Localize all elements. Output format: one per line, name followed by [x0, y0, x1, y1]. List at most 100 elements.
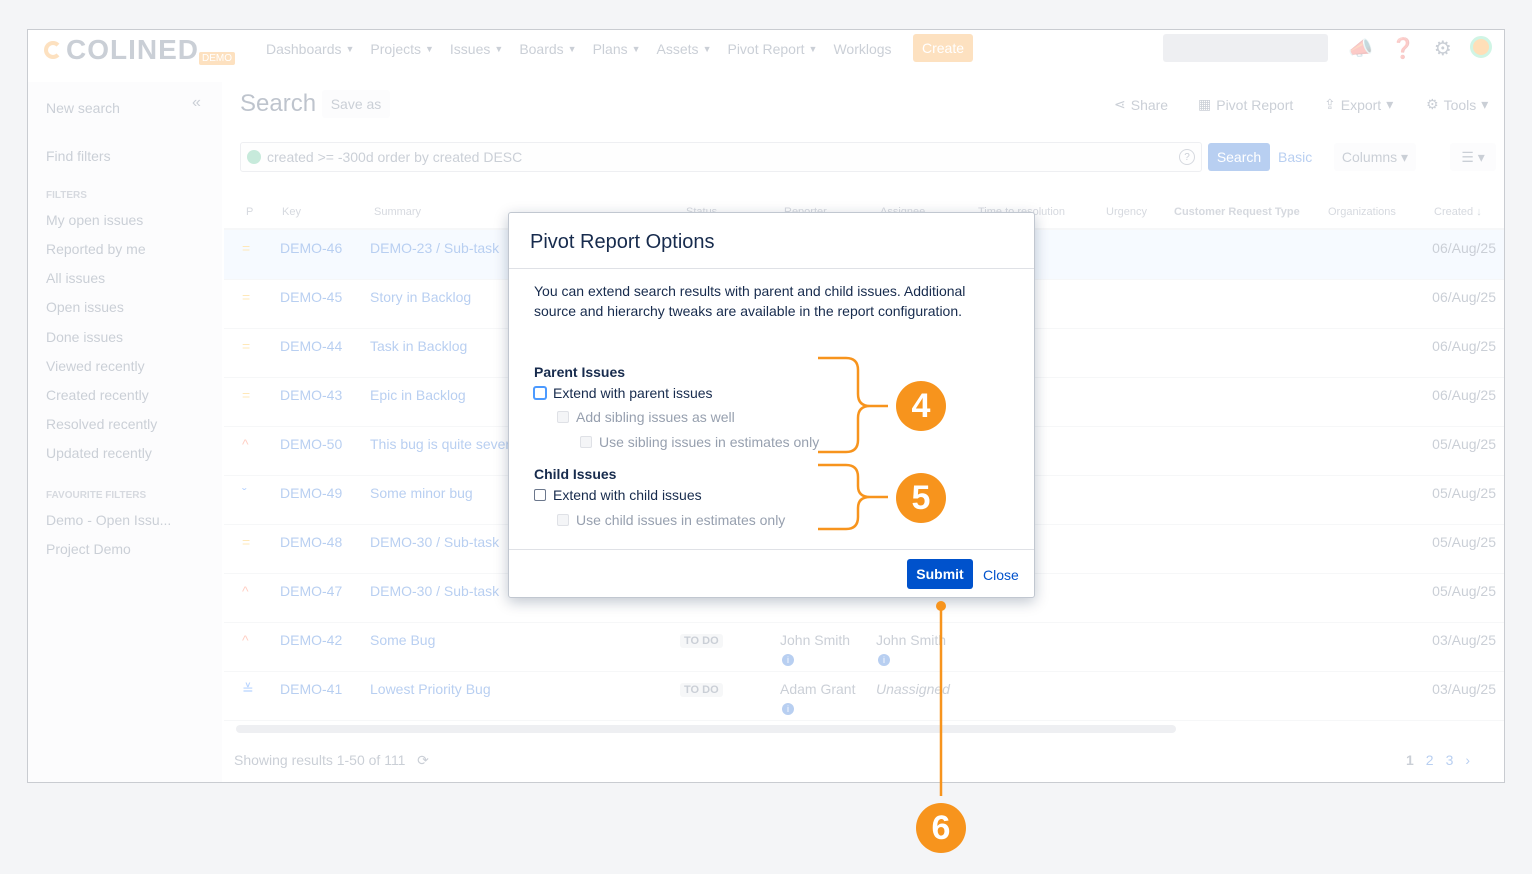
issue-key[interactable]: DEMO-45 [280, 289, 342, 305]
page-1[interactable]: 1 [1406, 752, 1414, 768]
checkbox-box[interactable] [534, 387, 546, 399]
next-page-icon[interactable]: › [1465, 752, 1470, 768]
chevron-down-icon: ▾ [1386, 96, 1394, 112]
sidebar-filter-item[interactable]: Viewed recently [46, 358, 145, 374]
sidebar-filter-item[interactable]: Reported by me [46, 241, 146, 257]
nav-plans[interactable]: Plans ▼ [593, 41, 641, 57]
table-row[interactable]: ^ DEMO-42 Some Bug TO DO John Smith John… [224, 622, 1504, 672]
sort-down-icon: ↓ [1476, 206, 1482, 218]
search-button[interactable]: Search [1208, 143, 1270, 171]
issue-key[interactable]: DEMO-50 [280, 436, 342, 452]
create-button[interactable]: Create [913, 34, 973, 62]
nav-boards[interactable]: Boards ▼ [519, 41, 576, 57]
issue-key[interactable]: DEMO-44 [280, 338, 342, 354]
use-child-estimates-checkbox[interactable]: Use child issues in estimates only [557, 512, 785, 528]
avatar[interactable] [1469, 36, 1492, 58]
issue-key[interactable]: DEMO-41 [280, 681, 342, 697]
info-icon[interactable]: i [878, 654, 890, 666]
nav-worklogs[interactable]: Worklogs [833, 41, 891, 57]
issue-summary[interactable]: Lowest Priority Bug [370, 681, 491, 697]
gear-icon: ⚙ [1426, 96, 1439, 112]
col-organizations[interactable]: Organizations [1328, 206, 1396, 218]
gear-icon[interactable]: ⚙ [1434, 36, 1452, 61]
checkbox-box[interactable] [557, 411, 569, 423]
basic-mode-link[interactable]: Basic [1278, 149, 1312, 165]
issue-key[interactable]: DEMO-43 [280, 387, 342, 403]
checkbox-box[interactable] [534, 489, 546, 501]
sidebar-filter-item[interactable]: All issues [46, 270, 105, 286]
issue-summary[interactable]: DEMO-23 / Sub-task [370, 240, 499, 256]
sidebar-filter-item[interactable]: Done issues [46, 329, 123, 345]
issue-key[interactable]: DEMO-48 [280, 534, 342, 550]
nav-projects[interactable]: Projects ▼ [370, 41, 434, 57]
sidebar-filter-item[interactable]: Created recently [46, 387, 149, 403]
issue-key[interactable]: DEMO-42 [280, 632, 342, 648]
issue-reporter[interactable]: John Smith [780, 632, 850, 648]
issue-key[interactable]: DEMO-49 [280, 485, 342, 501]
nav-assets[interactable]: Assets ▼ [657, 41, 712, 57]
new-search-link[interactable]: New search [46, 94, 196, 122]
pivot-report-button[interactable]: ▦ Pivot Report [1198, 96, 1293, 113]
sidebar-favourite-item[interactable]: Demo - Open Issu... [46, 512, 171, 528]
checkbox-box[interactable] [557, 514, 569, 526]
add-sibling-checkbox[interactable]: Add sibling issues as well [557, 409, 735, 425]
checkbox-box[interactable] [580, 436, 592, 448]
issue-summary[interactable]: DEMO-30 / Sub-task [370, 583, 499, 599]
issue-summary[interactable]: DEMO-30 / Sub-task [370, 534, 499, 550]
export-button[interactable]: ⇪ Export ▾ [1324, 96, 1393, 113]
close-button[interactable]: Close [983, 567, 1019, 583]
page-3[interactable]: 3 [1446, 752, 1454, 768]
issue-key[interactable]: DEMO-47 [280, 583, 342, 599]
issue-summary[interactable]: Some Bug [370, 632, 435, 648]
col-created[interactable]: Created ↓ [1434, 206, 1482, 218]
issue-assignee[interactable]: Unassigned [876, 681, 950, 697]
collapse-icon[interactable]: « [192, 94, 201, 112]
help-icon[interactable]: ❓ [1391, 36, 1416, 61]
global-search-input[interactable] [1163, 34, 1328, 62]
list-icon: ☰ [1461, 148, 1474, 165]
nav-issues[interactable]: Issues ▼ [450, 41, 503, 57]
extend-parent-checkbox[interactable]: Extend with parent issues [534, 385, 713, 401]
jql-text: created >= -300d order by created DESC [267, 149, 523, 165]
layout-button[interactable]: ☰ ▾ [1450, 143, 1496, 171]
logo[interactable]: COLINED DEMO [44, 34, 235, 66]
valid-check-icon [247, 150, 261, 164]
col-customer-request-type[interactable]: Customer Request Type [1174, 206, 1300, 218]
tools-button[interactable]: ⚙ Tools ▾ [1426, 96, 1488, 113]
page-2[interactable]: 2 [1426, 752, 1434, 768]
share-button[interactable]: ⋖ Share [1114, 96, 1168, 113]
nav-pivot-report[interactable]: Pivot Report ▼ [727, 41, 817, 57]
extend-child-checkbox[interactable]: Extend with child issues [534, 487, 702, 503]
col-summary[interactable]: Summary [374, 206, 421, 218]
table-row[interactable]: ≚ DEMO-41 Lowest Priority Bug TO DO Adam… [224, 671, 1504, 721]
use-sibling-estimates-checkbox[interactable]: Use sibling issues in estimates only [580, 434, 819, 450]
issue-summary[interactable]: This bug is quite severe [370, 436, 518, 452]
megaphone-icon[interactable]: 📣 [1348, 36, 1373, 61]
info-icon[interactable]: i [782, 703, 794, 715]
save-as-button[interactable]: Save as [322, 90, 390, 118]
find-filters-link[interactable]: Find filters [46, 148, 111, 164]
refresh-icon[interactable]: ⟳ [417, 752, 429, 768]
col-priority[interactable]: P [246, 206, 253, 218]
issue-assignee[interactable]: John Smith [876, 632, 946, 648]
info-icon[interactable]: i [782, 654, 794, 666]
col-key[interactable]: Key [282, 206, 301, 218]
horizontal-scrollbar[interactable] [236, 725, 1176, 733]
issue-summary[interactable]: Story in Backlog [370, 289, 471, 305]
issue-summary[interactable]: Task in Backlog [370, 338, 467, 354]
help-icon[interactable]: ? [1179, 149, 1195, 165]
issue-reporter[interactable]: Adam Grant [780, 681, 855, 697]
sidebar-filter-item[interactable]: Open issues [46, 299, 124, 315]
issue-key[interactable]: DEMO-46 [280, 240, 342, 256]
submit-button[interactable]: Submit [907, 559, 973, 589]
sidebar-filter-item[interactable]: Updated recently [46, 445, 152, 461]
jql-input[interactable]: created >= -300d order by created DESC ? [240, 142, 1202, 172]
sidebar-filter-item[interactable]: Resolved recently [46, 416, 157, 432]
issue-summary[interactable]: Some minor bug [370, 485, 473, 501]
col-urgency[interactable]: Urgency [1106, 206, 1147, 218]
columns-button[interactable]: Columns ▾ [1334, 143, 1416, 171]
issue-summary[interactable]: Epic in Backlog [370, 387, 466, 403]
sidebar-favourite-item[interactable]: Project Demo [46, 541, 131, 557]
sidebar-filter-item[interactable]: My open issues [46, 212, 143, 228]
nav-dashboards[interactable]: Dashboards ▼ [266, 41, 354, 57]
